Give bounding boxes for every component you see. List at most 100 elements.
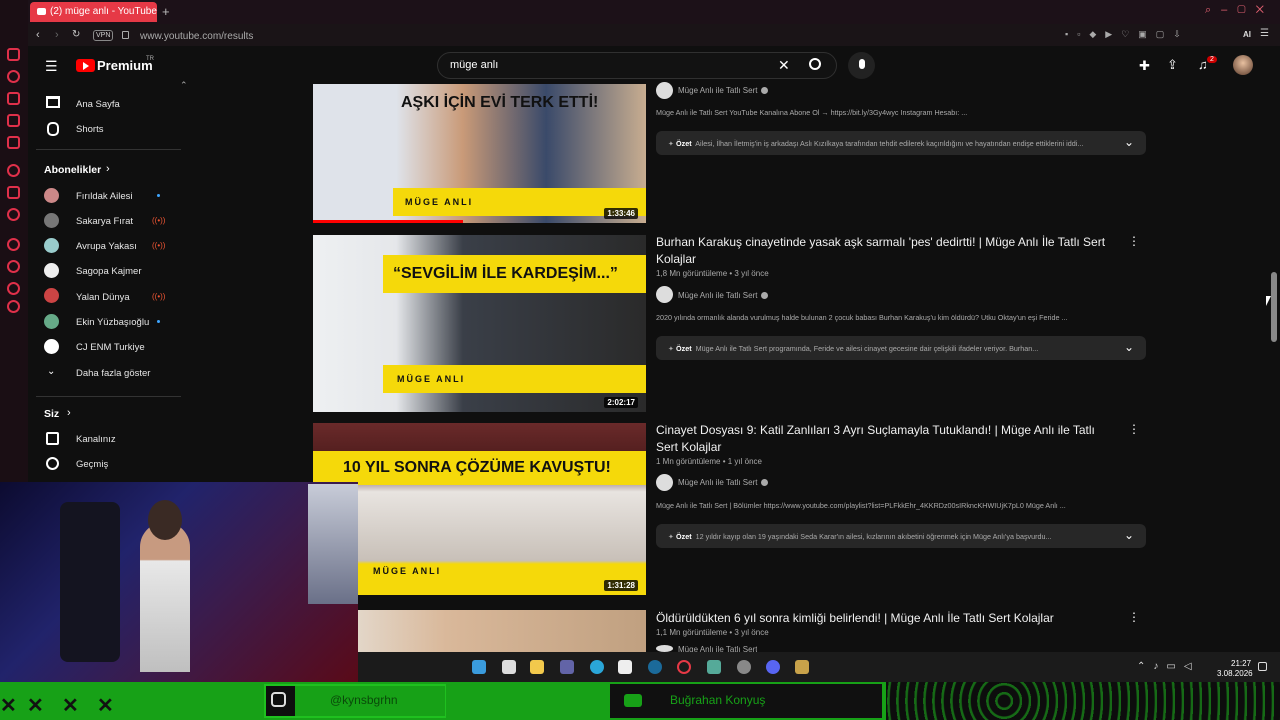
- channel-name[interactable]: Müge Anlı ile Tatlı Sert: [678, 645, 757, 652]
- file-explorer-icon[interactable]: [530, 660, 544, 674]
- discord-icon[interactable]: [766, 660, 780, 674]
- sidebar-sub-item[interactable]: Sagopa Kajmer: [76, 266, 141, 277]
- vpn-badge[interactable]: VPN: [93, 30, 114, 41]
- page-scrollbar[interactable]: [1271, 272, 1277, 342]
- edge-icon[interactable]: [590, 660, 604, 674]
- search-input[interactable]: müge anlı: [437, 52, 837, 79]
- sidebar-sub-item[interactable]: Ekin Yüzbaşıoğlu: [76, 317, 149, 328]
- thumbnail-band-text: MÜGE ANLI: [373, 566, 442, 576]
- chevron-down-icon[interactable]: ⌄: [1124, 135, 1134, 149]
- sidebar-sub-item[interactable]: Yalan Dünya: [76, 292, 130, 303]
- channel-avatar[interactable]: [656, 82, 673, 99]
- scroll-up-icon[interactable]: ⌃: [180, 80, 188, 91]
- ai-summary[interactable]: ✦ Özet 12 yıldır kayıp olan 19 yaşındaki…: [656, 524, 1146, 548]
- rail-app-icon[interactable]: [7, 114, 20, 127]
- menu-icon[interactable]: ☰: [1260, 28, 1269, 39]
- chevron-right-icon[interactable]: ›: [106, 163, 110, 175]
- sidebar-item-shorts[interactable]: Shorts: [76, 124, 103, 135]
- app-icon[interactable]: [707, 660, 721, 674]
- upload-icon[interactable]: ⇪: [1167, 57, 1178, 73]
- history-icon[interactable]: [46, 457, 59, 470]
- ai-summary[interactable]: ✦ Özet Müge Anlı ile Tatlı Sert programı…: [656, 336, 1146, 360]
- rail-app-icon[interactable]: [7, 136, 20, 149]
- rail-app-icon[interactable]: [7, 282, 20, 295]
- forward-icon[interactable]: ›: [55, 29, 59, 41]
- sidebar-item-gecmis[interactable]: Geçmiş: [76, 459, 108, 470]
- more-actions-icon[interactable]: ⋮: [1128, 234, 1140, 248]
- browser-toolbar-icons[interactable]: ▪▫◆▶♡▣▢⇩: [1065, 29, 1190, 40]
- notification-center-icon[interactable]: [1258, 662, 1267, 671]
- rail-app-icon[interactable]: [7, 208, 20, 221]
- ai-button[interactable]: AI: [1243, 30, 1251, 39]
- video-thumbnail[interactable]: AŞKI İÇİN EVİ TERK ETTİ! MÜGE ANLI 1:33:…: [313, 84, 646, 223]
- teams-icon[interactable]: [560, 660, 574, 674]
- sidebar-sub-item[interactable]: Sakarya Fırat: [76, 216, 133, 227]
- video-title[interactable]: Burhan Karakuş cinayetinde yasak aşk sar…: [656, 234, 1116, 268]
- ai-summary[interactable]: ✦ Özet Ailesi, İlhan İletmiş'in iş arkad…: [656, 131, 1146, 155]
- hamburger-menu-icon[interactable]: ☰: [45, 58, 58, 75]
- chevron-down-icon[interactable]: ⌄: [47, 366, 55, 377]
- rail-app-icon[interactable]: [7, 70, 20, 83]
- video-thumbnail[interactable]: [313, 610, 646, 652]
- video-title[interactable]: Cinayet Dosyası 9: Katil Zanlıları 3 Ayr…: [656, 422, 1116, 456]
- rail-app-icon[interactable]: [7, 260, 20, 273]
- task-view-icon[interactable]: [502, 660, 516, 674]
- chevron-right-icon[interactable]: ›: [67, 407, 71, 419]
- sidebar-sub-item[interactable]: Fırıldak Ailesi: [76, 191, 133, 202]
- voice-search-icon[interactable]: [848, 52, 875, 79]
- show-more-button[interactable]: Daha fazla göster: [76, 368, 150, 379]
- window-controls[interactable]: ⌕–▢✕: [1205, 4, 1274, 17]
- clear-search-icon[interactable]: ✕: [778, 57, 790, 74]
- thumbnail-headline: 10 YIL SONRA ÇÖZÜME KAVUŞTU!: [343, 459, 611, 476]
- video-thumbnail[interactable]: “SEVGİLİM İLE KARDEŞİM...” MÜGE ANLI 2:0…: [313, 235, 646, 412]
- video-meta: 1,1 Mn görüntüleme • 3 yıl önce: [656, 628, 769, 637]
- system-tray-icons[interactable]: ⌃♪▭◁: [1137, 661, 1200, 672]
- rail-app-icon[interactable]: [7, 186, 20, 199]
- search-icon[interactable]: [809, 58, 821, 70]
- start-icon[interactable]: [472, 660, 486, 674]
- sidebar-sub-item[interactable]: CJ ENM Turkiye: [76, 342, 145, 353]
- sidebar-sub-item[interactable]: Avrupa Yakası: [76, 241, 137, 252]
- rail-app-icon[interactable]: [7, 238, 20, 251]
- rail-app-icon[interactable]: [7, 164, 20, 177]
- channel-avatar[interactable]: [656, 645, 673, 652]
- store-icon[interactable]: [618, 660, 632, 674]
- rail-settings-icon[interactable]: [7, 300, 20, 313]
- channel-avatar[interactable]: [656, 474, 673, 491]
- league-icon[interactable]: [795, 660, 809, 674]
- app-icon[interactable]: [737, 660, 751, 674]
- rail-app-icon[interactable]: [7, 92, 20, 105]
- sidebar-item-kanaliniz[interactable]: Kanalınız: [76, 434, 116, 445]
- video-thumbnail[interactable]: 10 YIL SONRA ÇÖZÜME KAVUŞTU! MÜGE ANLI 1…: [313, 423, 646, 595]
- subscriptions-heading[interactable]: Abonelikler: [44, 164, 101, 176]
- opera-icon[interactable]: [677, 660, 691, 674]
- avatar[interactable]: [1233, 55, 1253, 75]
- url-text[interactable]: www.youtube.com/results: [140, 31, 253, 42]
- clock-date[interactable]: 3.08.2026: [1217, 669, 1253, 678]
- rail-app-icon[interactable]: [7, 48, 20, 61]
- video-title[interactable]: Öldürüldükten 6 yıl sonra kimliği belirl…: [656, 610, 1116, 627]
- browser-tab[interactable]: (2) müge anlı - YouTube: [30, 2, 157, 22]
- more-actions-icon[interactable]: ⋮: [1128, 422, 1140, 436]
- channel-avatar[interactable]: [656, 286, 673, 303]
- clock-time[interactable]: 21:27: [1231, 659, 1251, 668]
- youtube-logo-text[interactable]: Premium: [97, 58, 153, 73]
- channel-name[interactable]: Müge Anlı ile Tatlı Sert: [678, 86, 757, 95]
- more-actions-icon[interactable]: ⋮: [1128, 610, 1140, 624]
- you-heading[interactable]: Siz: [44, 408, 59, 420]
- chevron-down-icon[interactable]: ⌄: [1124, 528, 1134, 542]
- shorts-icon[interactable]: [47, 122, 59, 136]
- summary-label: Özet: [676, 139, 692, 148]
- back-icon[interactable]: ‹: [36, 29, 40, 41]
- chevron-down-icon[interactable]: ⌄: [1124, 340, 1134, 354]
- channel-name[interactable]: Müge Anlı ile Tatlı Sert: [678, 291, 757, 300]
- channel-name[interactable]: Müge Anlı ile Tatlı Sert: [678, 478, 757, 487]
- steam-icon[interactable]: [648, 660, 662, 674]
- reload-icon[interactable]: ↻: [72, 29, 80, 40]
- new-tab-button[interactable]: +: [162, 4, 170, 19]
- home-icon[interactable]: [46, 96, 60, 108]
- browser-tab-bar: [0, 0, 1280, 24]
- create-icon[interactable]: ✚: [1139, 58, 1150, 74]
- channel-icon[interactable]: [46, 432, 59, 445]
- sidebar-item-ana-sayfa[interactable]: Ana Sayfa: [76, 99, 120, 110]
